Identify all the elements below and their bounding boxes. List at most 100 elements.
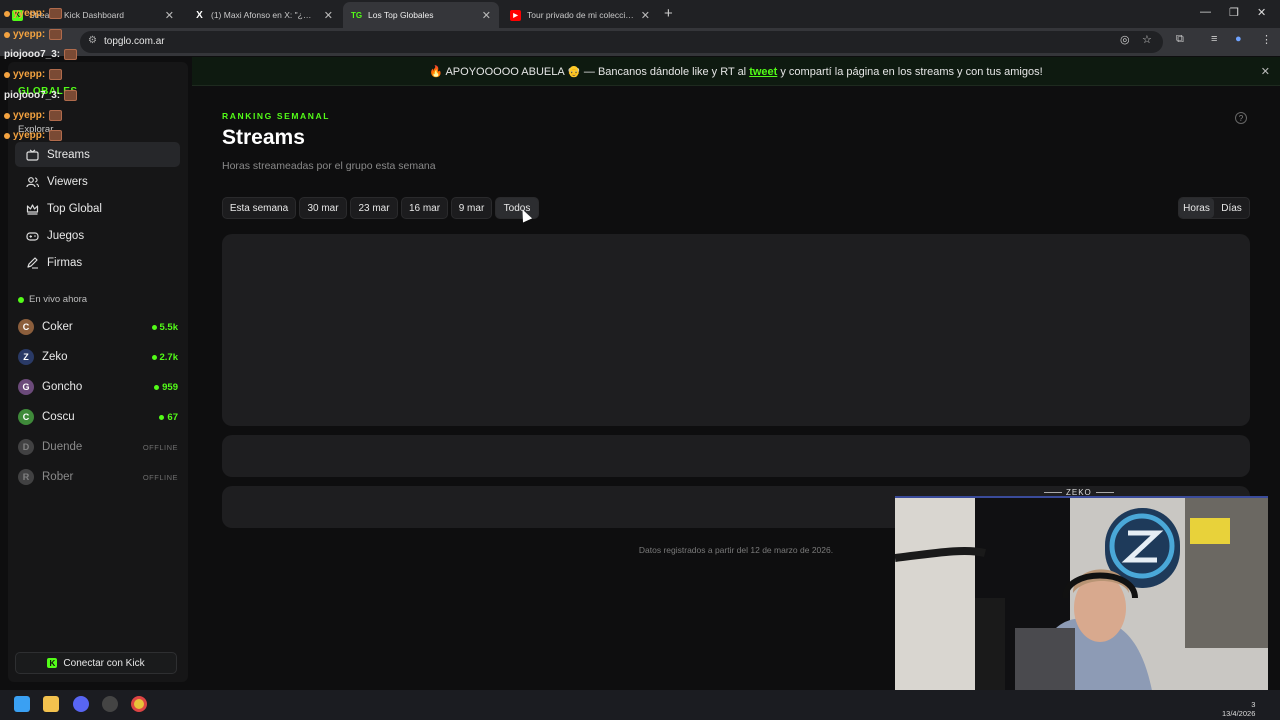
tab-title: Los Top Globales [368, 10, 434, 20]
emote-icon [64, 49, 78, 60]
new-tab-icon[interactable]: + [664, 5, 673, 22]
emote-icon [49, 29, 63, 40]
tab-title: (1) Maxi Afonso en X: "¿Qué pu [211, 10, 318, 20]
profile-icon[interactable]: ● [1235, 33, 1242, 45]
chat-message: yyepp: [4, 29, 63, 40]
sidebar-item-label: Streams [47, 148, 90, 161]
url-text: topglo.com.ar [104, 36, 165, 47]
banner-text: 🔥 APOYOOOOO ABUELA 👴 — Bancanos dándole … [192, 65, 1280, 78]
offline-badge: OFFLINE [142, 472, 178, 482]
help-icon[interactable]: ? [1235, 112, 1247, 124]
chat-message: yyepp: [4, 8, 63, 19]
emote-icon [49, 110, 63, 121]
filter-todos[interactable]: Todos [495, 197, 539, 219]
gamepad-icon [25, 229, 39, 243]
browser-toolbar: ⚙ topglo.com.ar [0, 28, 1280, 56]
emote-icon [64, 90, 78, 101]
streamer-name: Rober [42, 471, 74, 483]
avatar: G [18, 379, 34, 395]
emote-icon [49, 8, 63, 19]
offline-badge: OFFLINE [142, 442, 178, 452]
filter-16-mar[interactable]: 16 mar [401, 197, 448, 219]
eye-off-icon[interactable]: ◎ [1120, 33, 1130, 46]
filter-23-mar[interactable]: 23 mar [350, 197, 398, 219]
banner-text-after: y compartí la página en los streams y co… [777, 66, 1043, 78]
sidebar: Streams Viewers Top Global Juegos Firmas… [8, 62, 188, 682]
viewer-count: 67 [159, 412, 178, 423]
avatar: Z [18, 349, 34, 365]
unit-toggle: Horas Días [1178, 197, 1250, 219]
browser-tab-youtube[interactable]: ▶ Tour privado de mi colección de ✕ [502, 2, 658, 28]
chat-message: yyepp: [4, 69, 63, 80]
streamer-item-goncho[interactable]: G Goncho 959 [18, 375, 178, 399]
browser-tab-strip: K Stream - Kick Dashboard ✕ X (1) Maxi A… [0, 0, 1280, 28]
close-window-icon[interactable]: ✕ [1257, 6, 1266, 19]
tweet-link[interactable]: tweet [749, 66, 777, 78]
file-explorer-icon[interactable] [43, 696, 59, 712]
menu-icon[interactable]: ⋮ [1261, 33, 1272, 46]
filter-9-mar[interactable]: 9 mar [451, 197, 492, 219]
close-tab-icon[interactable]: ✕ [641, 9, 650, 22]
live-dot-icon [18, 296, 24, 303]
unit-dias-button[interactable]: Días [1214, 198, 1249, 218]
browser-tab-x[interactable]: X (1) Maxi Afonso en X: "¿Qué pu ✕ [186, 2, 341, 28]
emote-icon [49, 130, 63, 141]
bookmark-star-icon[interactable]: ☆ [1142, 33, 1152, 46]
kick-icon: K [47, 658, 58, 668]
close-banner-icon[interactable]: ✕ [1261, 65, 1270, 78]
sidebar-item-firmas[interactable]: Firmas [15, 250, 180, 275]
banner-text-before: 🔥 APOYOOOOO ABUELA 👴 — Bancanos dándole … [429, 66, 750, 78]
close-tab-icon[interactable]: ✕ [324, 9, 333, 22]
windows-taskbar [0, 690, 1280, 720]
streamer-item-rober[interactable]: R Rober OFFLINE [18, 465, 178, 489]
windows-start-icon[interactable] [14, 696, 30, 712]
extensions-icon[interactable]: ⧉ [1176, 33, 1184, 46]
streamer-item-duende[interactable]: D Duende OFFLINE [18, 435, 178, 459]
close-tab-icon[interactable]: ✕ [165, 9, 174, 22]
obs-icon[interactable] [102, 696, 118, 712]
chat-message: piojooo7_3: [4, 90, 78, 101]
pen-icon [25, 256, 39, 270]
sidebar-item-label: Top Global [47, 202, 102, 215]
chrome-icon[interactable] [131, 696, 147, 712]
tab-search-icon[interactable]: ≡ [1211, 33, 1217, 45]
streamer-name: Goncho [42, 381, 83, 393]
discord-icon[interactable] [73, 696, 89, 712]
page-subtitle: Horas streameadas por el grupo esta sema… [222, 160, 436, 172]
clock-time: 3 [1251, 700, 1256, 709]
chat-message: piojooo7_3: [4, 49, 78, 60]
browser-tab-topglobales[interactable]: TG Los Top Globales ✕ [343, 2, 499, 28]
unit-horas-button[interactable]: Horas [1179, 198, 1214, 218]
section-kicker: RANKING SEMANAL [222, 111, 331, 121]
sidebar-item-streams[interactable]: Streams [15, 142, 180, 167]
taskbar-clock: 3 13/4/2026 [1222, 700, 1255, 718]
sidebar-item-top-global[interactable]: Top Global [15, 196, 180, 221]
sidebar-item-label: Firmas [47, 256, 83, 269]
live-now-heading: En vivo ahora [18, 294, 87, 305]
webcam-image [895, 498, 1268, 706]
streamer-item-coscu[interactable]: C Coscu 67 [18, 405, 178, 429]
minimize-icon[interactable]: — [1200, 6, 1211, 18]
loading-row [222, 435, 1250, 477]
close-tab-icon[interactable]: ✕ [482, 9, 491, 22]
filter-esta-semana[interactable]: Esta semana [222, 197, 296, 219]
streamer-item-zeko[interactable]: Z Zeko 2.7k [18, 345, 178, 369]
connect-kick-button[interactable]: K Conectar con Kick [15, 652, 177, 674]
viewer-count: 959 [154, 382, 178, 393]
page-title: Streams [222, 126, 305, 149]
site-settings-icon[interactable]: ⚙ [88, 35, 97, 46]
streamer-item-coker[interactable]: C Coker 5.5k [18, 315, 178, 339]
connect-kick-label: Conectar con Kick [63, 657, 145, 669]
x-icon: X [196, 9, 203, 21]
sidebar-item-juegos[interactable]: Juegos [15, 223, 180, 248]
announcement-banner: 🔥 APOYOOOOO ABUELA 👴 — Bancanos dándole … [192, 57, 1280, 86]
youtube-icon: ▶ [510, 9, 521, 21]
avatar: D [18, 439, 34, 455]
filter-30-mar[interactable]: 30 mar [299, 197, 347, 219]
address-bar[interactable]: ⚙ topglo.com.ar [80, 31, 1163, 53]
sidebar-item-viewers[interactable]: Viewers [15, 169, 180, 194]
chat-message: yyepp: [4, 110, 63, 121]
avatar: C [18, 409, 34, 425]
restore-icon[interactable]: ❐ [1229, 6, 1239, 19]
streamer-name: Coscu [42, 411, 75, 423]
